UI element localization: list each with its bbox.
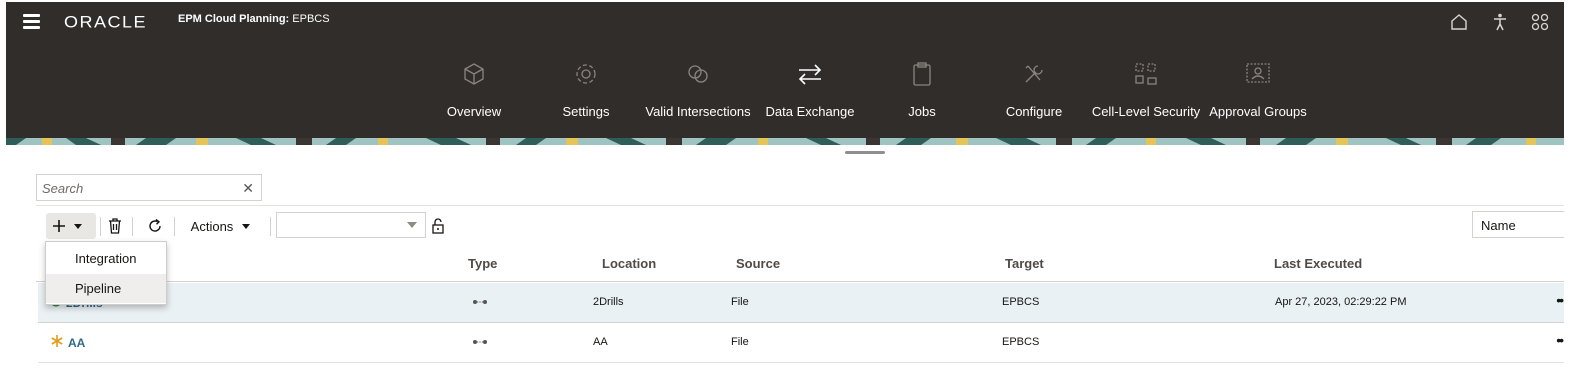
app-header: ORACLE EPM Cloud Planning: EPBCS Overvie… (6, 2, 1564, 138)
nav-overview-label: Overview (446, 104, 502, 119)
clipboard-icon (913, 62, 931, 86)
apps-grid-icon[interactable] (1530, 12, 1550, 32)
lock-button[interactable] (428, 213, 448, 239)
table-row[interactable]: 2Drills 2Drills File EPBCS Apr 27, 2023,… (38, 283, 1564, 323)
app-title: EPM Cloud Planning: EPBCS (178, 13, 330, 25)
row-more-options-icon[interactable]: •• (1556, 332, 1564, 348)
nav-settings[interactable]: Settings (526, 60, 646, 119)
nav-valid-intersections-label: Valid Intersections (645, 104, 751, 119)
nav-approval-groups-label: Approval Groups (1209, 104, 1307, 119)
search-box: ✕ (36, 174, 262, 201)
approval-groups-icon (1246, 63, 1270, 83)
integration-name-link[interactable]: AA (68, 336, 85, 350)
toolbar-separator (174, 217, 175, 236)
location-cell: 2Drills (593, 296, 624, 308)
data-integration-type-icon (473, 300, 487, 304)
data-integration-type-icon (473, 340, 487, 344)
column-header-type[interactable]: Type (468, 256, 497, 271)
table-header: Type Location Source Target Last Execute… (36, 246, 1564, 282)
toolbar-separator (270, 217, 271, 236)
add-button[interactable] (46, 213, 96, 239)
cube-icon (464, 63, 484, 85)
menu-item-integration[interactable]: Integration (46, 244, 166, 273)
nav-cell-level-security[interactable]: Cell-Level Security (1086, 60, 1206, 119)
new-star-icon (50, 334, 64, 351)
clear-search-icon[interactable]: ✕ (242, 180, 254, 197)
oracle-logo[interactable]: ORACLE (64, 12, 147, 33)
refresh-button[interactable] (144, 213, 166, 239)
nav-configure-label: Configure (1005, 104, 1063, 119)
trash-icon (109, 218, 121, 234)
actions-label: Actions (190, 218, 234, 234)
location-cell: AA (593, 336, 608, 348)
nav-configure[interactable]: Configure (974, 60, 1094, 119)
row-more-options-icon[interactable]: •• (1556, 292, 1564, 308)
target-cell: EPBCS (1002, 336, 1040, 348)
tools-icon (1025, 65, 1043, 83)
plus-icon (53, 220, 82, 232)
section-divider (36, 205, 1564, 206)
panel-resize-handle[interactable] (845, 151, 885, 154)
gear-icon (576, 64, 596, 84)
nav-cell-level-security-label: Cell-Level Security (1091, 104, 1201, 119)
column-header-location[interactable]: Location (602, 256, 656, 271)
accessibility-icon[interactable] (1490, 12, 1510, 32)
nav-jobs[interactable]: Jobs (862, 60, 982, 119)
toolbar-separator (100, 217, 101, 236)
column-header-source[interactable]: Source (736, 256, 780, 271)
table-row[interactable]: AA AA File EPBCS •• (38, 323, 1564, 363)
home-icon[interactable] (1449, 12, 1469, 32)
nav-settings-label: Settings (562, 104, 610, 119)
decorative-banner (6, 138, 1564, 145)
toolbar-separator (132, 217, 133, 236)
navigation-bar: Overview Settings Valid Intersections Da… (6, 60, 1564, 130)
exchange-arrows-icon (798, 64, 822, 85)
last-executed-cell: Apr 27, 2023, 02:29:22 PM (1275, 296, 1407, 308)
nav-jobs-label: Jobs (908, 104, 936, 119)
hamburger-menu-icon[interactable] (23, 14, 40, 29)
sort-by-select[interactable]: Name (1472, 211, 1564, 238)
chevron-down-icon (407, 222, 417, 228)
cell-security-icon (1135, 63, 1157, 85)
intersections-icon (688, 65, 708, 83)
caret-down-icon (242, 224, 251, 229)
nav-overview[interactable]: Overview (414, 60, 534, 119)
filter-select[interactable] (276, 212, 426, 238)
target-cell: EPBCS (1002, 296, 1040, 308)
toolbar: Actions Name (36, 210, 1564, 242)
source-cell: File (731, 296, 749, 308)
unlock-icon (432, 218, 444, 234)
nav-valid-intersections[interactable]: Valid Intersections (638, 60, 758, 119)
column-header-last-executed[interactable]: Last Executed (1274, 256, 1362, 271)
delete-button[interactable] (104, 213, 126, 239)
menu-item-pipeline[interactable]: Pipeline (46, 274, 166, 303)
add-menu-popup: Integration Pipeline (45, 241, 167, 305)
refresh-icon (149, 219, 161, 232)
nav-approval-groups[interactable]: Approval Groups (1198, 60, 1318, 119)
column-header-target[interactable]: Target (1005, 256, 1044, 271)
source-cell: File (731, 336, 749, 348)
nav-data-exchange[interactable]: Data Exchange (750, 60, 870, 119)
search-input[interactable] (42, 179, 232, 197)
actions-menu-button[interactable]: Actions (182, 213, 262, 239)
nav-data-exchange-label: Data Exchange (765, 104, 855, 119)
